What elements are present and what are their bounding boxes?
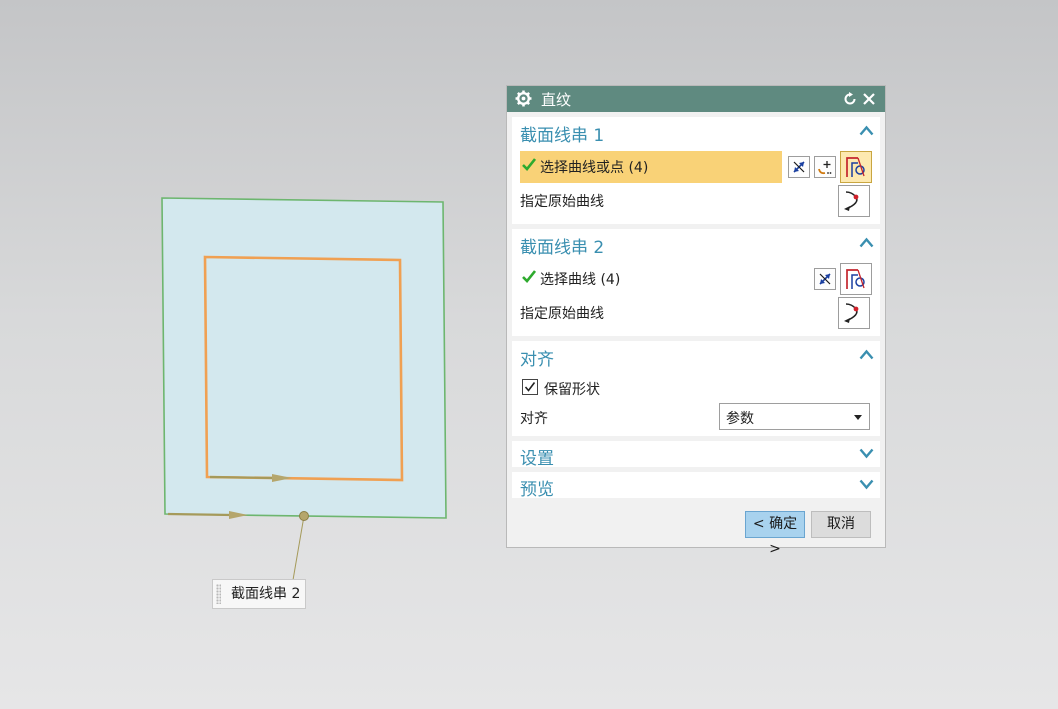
callout-label: 截面线串 2 bbox=[231, 586, 301, 602]
curve-selector-button-1[interactable] bbox=[840, 151, 872, 183]
close-icon[interactable] bbox=[862, 92, 876, 106]
keep-shape-row[interactable]: 保留形状 bbox=[520, 375, 872, 405]
align-method-select[interactable]: 参数 bbox=[719, 403, 870, 430]
reverse-direction-icon bbox=[819, 273, 831, 285]
group-title-section-1[interactable]: 截面线串 1 bbox=[520, 121, 604, 146]
cancel-button[interactable]: 取消 bbox=[811, 511, 871, 538]
keep-shape-label: 保留形状 bbox=[544, 382, 600, 398]
origin-curve-label-2: 指定原始曲线 bbox=[520, 306, 604, 322]
checkmark-icon bbox=[524, 382, 536, 392]
point-dialog-button[interactable] bbox=[814, 156, 836, 178]
group-alignment: 对齐 保留形状 对齐 参数 bbox=[512, 341, 880, 436]
chevron-down-icon[interactable] bbox=[859, 448, 874, 459]
group-settings[interactable]: 设置 bbox=[512, 441, 880, 469]
select-curve-row-1[interactable]: 选择曲线或点 (4) bbox=[520, 151, 872, 183]
check-icon bbox=[522, 158, 536, 171]
align-method-label: 对齐 bbox=[520, 411, 548, 427]
direction-arrow-1-shaft bbox=[209, 475, 276, 480]
dialog-titlebar[interactable]: 直纹 bbox=[507, 86, 885, 112]
ruled-surface bbox=[161, 197, 447, 519]
callout-leader bbox=[292, 515, 305, 581]
ruled-dialog: 直纹 截面线串 1 选择曲线或点 (4) 指定原始曲线 截面线串 2 选择曲线 … bbox=[506, 85, 886, 557]
origin-curve-row-2: 指定原始曲线 bbox=[520, 297, 872, 329]
chevron-down-icon[interactable] bbox=[859, 479, 874, 490]
group-section-2: 截面线串 2 选择曲线 (4) 指定原始曲线 bbox=[512, 229, 880, 336]
origin-curve-row-1: 指定原始曲线 bbox=[520, 185, 872, 217]
point-constructor-icon bbox=[818, 161, 832, 175]
group-title-section-2[interactable]: 截面线串 2 bbox=[520, 233, 604, 258]
curve-rule-icon bbox=[846, 157, 865, 177]
direction-arrow-2-shaft bbox=[167, 512, 233, 517]
section-callout[interactable]: 截面线串 2 bbox=[212, 579, 306, 609]
dialog-title: 直纹 bbox=[541, 91, 572, 109]
keep-shape-checkbox[interactable] bbox=[522, 379, 538, 395]
reverse-direction-button-2[interactable] bbox=[814, 268, 836, 290]
reverse-direction-button-1[interactable] bbox=[788, 156, 810, 178]
curve-selector-button-2[interactable] bbox=[840, 263, 872, 295]
curve-rule-icon bbox=[846, 269, 865, 289]
select-curve-row-2[interactable]: 选择曲线 (4) bbox=[520, 263, 872, 295]
group-title-preview[interactable]: 预览 bbox=[520, 475, 554, 500]
chevron-up-icon[interactable] bbox=[859, 349, 874, 360]
dropdown-arrow-icon bbox=[854, 415, 862, 420]
group-title-alignment[interactable]: 对齐 bbox=[520, 345, 554, 370]
reverse-direction-icon bbox=[793, 161, 805, 173]
origin-curve-label-1: 指定原始曲线 bbox=[520, 194, 604, 210]
origin-curve-button-1[interactable] bbox=[838, 185, 870, 217]
check-icon bbox=[522, 270, 536, 283]
align-method-value: 参数 bbox=[726, 411, 754, 427]
reset-icon[interactable] bbox=[843, 92, 857, 106]
group-preview[interactable]: 预览 bbox=[512, 472, 880, 500]
callout-grip[interactable] bbox=[216, 584, 221, 604]
section-origin-point bbox=[299, 511, 309, 521]
gear-icon[interactable] bbox=[515, 90, 532, 107]
origin-curve-button-2[interactable] bbox=[838, 297, 870, 329]
origin-curve-icon bbox=[844, 191, 859, 211]
chevron-up-icon[interactable] bbox=[859, 125, 874, 136]
align-method-row: 对齐 参数 bbox=[520, 403, 872, 433]
origin-curve-icon bbox=[844, 303, 859, 323]
group-section-1: 截面线串 1 选择曲线或点 (4) 指定原始曲线 bbox=[512, 117, 880, 224]
ok-button[interactable]: < 确定 > bbox=[745, 511, 805, 557]
group-title-settings[interactable]: 设置 bbox=[520, 444, 554, 469]
select-curve-label-2: 选择曲线 (4) bbox=[540, 272, 621, 288]
select-curve-label-1: 选择曲线或点 (4) bbox=[540, 160, 649, 176]
chevron-up-icon[interactable] bbox=[859, 237, 874, 248]
